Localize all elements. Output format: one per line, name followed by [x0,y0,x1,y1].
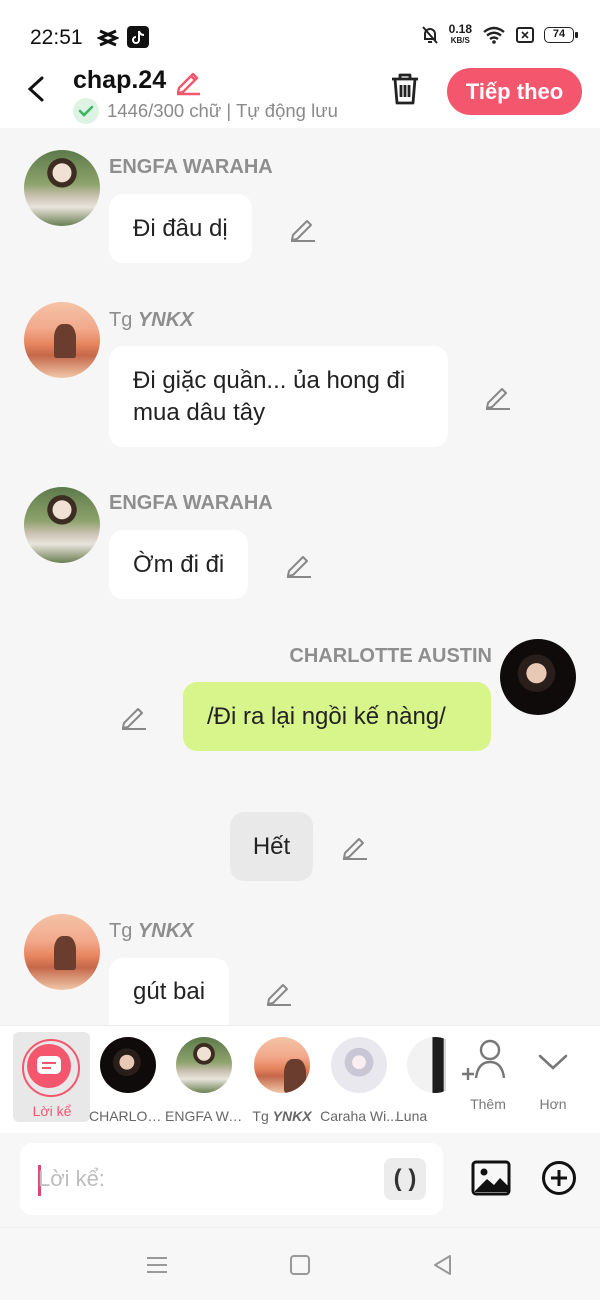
tiktok-icon [127,26,149,48]
message-bubble[interactable]: Đi đâu dị [109,194,252,263]
back-triangle-icon[interactable] [430,1252,456,1278]
message-input[interactable] [38,1161,388,1197]
edit-message-pencil-icon[interactable] [265,979,293,1007]
character-narrator[interactable]: Lời kể [13,1032,90,1122]
edit-message-pencil-icon[interactable] [484,383,512,411]
edit-message-pencil-icon[interactable] [120,703,148,731]
character-label: ENGFA WARAHA [165,1108,243,1124]
character-label: Lời kể [32,1103,72,1119]
capcut-icon [97,29,119,47]
system-navbar [0,1227,600,1300]
clock: 22:51 [30,26,83,49]
trash-icon[interactable] [388,71,422,107]
message-input-box[interactable]: ( ) [20,1143,443,1215]
character-engfa[interactable]: ENGFA WARAHA [165,1032,243,1124]
message-bubble[interactable]: Đi giặc quần... ủa hong đi mua dâu tây [109,346,448,447]
edit-message-pencil-icon[interactable] [341,833,369,861]
character-caraha[interactable]: Caraha Wi... [320,1032,398,1124]
home-square-icon[interactable] [287,1252,313,1278]
status-bar: 22:51 0.18 KB/S 74 [0,0,600,64]
avatar-charlotte[interactable] [500,639,576,715]
character-luna[interactable]: Luna [396,1032,446,1124]
avatar-ynkx[interactable] [24,914,100,990]
edit-message-pencil-icon[interactable] [285,551,313,579]
sender-name: Tg YNKX [109,309,194,331]
character-label: Caraha Wi... [320,1108,398,1124]
character-ynkx[interactable]: Tg YNKX [243,1032,321,1124]
narration-bubble[interactable]: Hết [230,812,313,881]
message-bubble[interactable]: /Đi ra lại ngồi kế nàng/ [183,682,491,751]
character-label: Tg YNKX [252,1108,312,1124]
sender-name: ENGFA WARAHA [109,156,273,178]
back-arrow-icon[interactable] [22,72,52,106]
character-charlotte[interactable]: CHARLOTTE AUSTIN [89,1032,167,1124]
parenthesis-button[interactable]: ( ) [384,1158,426,1200]
add-person-icon [462,1039,506,1080]
avatar-ynkx[interactable] [24,302,100,378]
avatar-ynkx [254,1037,310,1093]
mute-bell-icon [421,26,438,44]
narration-icon [27,1044,71,1088]
character-label: Luna [396,1108,428,1124]
avatar-engfa[interactable] [24,487,100,563]
avatar-caraha [331,1037,387,1093]
edit-title-pencil-icon[interactable] [173,66,203,96]
add-plus-icon[interactable] [541,1160,577,1196]
sender-name: CHARLOTTE AUSTIN [289,645,492,667]
chevron-down-icon [538,1054,568,1070]
battery-indicator: 74 [544,27,578,43]
avatar-luna [407,1037,446,1093]
add-character-button[interactable]: Thêm [458,1036,518,1116]
editor-header: chap.24 1446/300 chữ | Tự động lưu Tiếp … [0,64,600,128]
composer: ( ) [0,1133,600,1227]
saved-check-icon [73,98,99,124]
character-label: CHARLOTTE AUSTIN [89,1108,167,1124]
message-bubble[interactable]: gút bai [109,958,230,1025]
sender-name: Tg YNKX [109,920,194,942]
more-characters-button[interactable]: Hơn [523,1036,583,1116]
avatar-engfa[interactable] [24,150,100,226]
avatar-engfa [176,1037,232,1093]
next-button[interactable]: Tiếp theo [447,68,582,115]
character-selector: Lời kể CHARLOTTE AUSTIN ENGFA WARAHA Tg … [0,1025,600,1133]
word-count-status: 1446/300 chữ | Tự động lưu [107,100,338,121]
edit-message-pencil-icon[interactable] [289,215,317,243]
message-bubble[interactable]: Ờm đi đi [109,530,249,599]
chapter-title[interactable]: chap.24 [73,66,166,95]
more-label: Hơn [539,1096,567,1112]
wifi-icon [483,26,505,44]
menu-icon[interactable] [144,1252,170,1278]
sender-name: ENGFA WARAHA [109,492,273,514]
avatar-charlotte [100,1037,156,1093]
network-speed: 0.18 KB/S [448,22,472,45]
image-icon[interactable] [471,1159,511,1197]
sim-icon [516,27,534,43]
